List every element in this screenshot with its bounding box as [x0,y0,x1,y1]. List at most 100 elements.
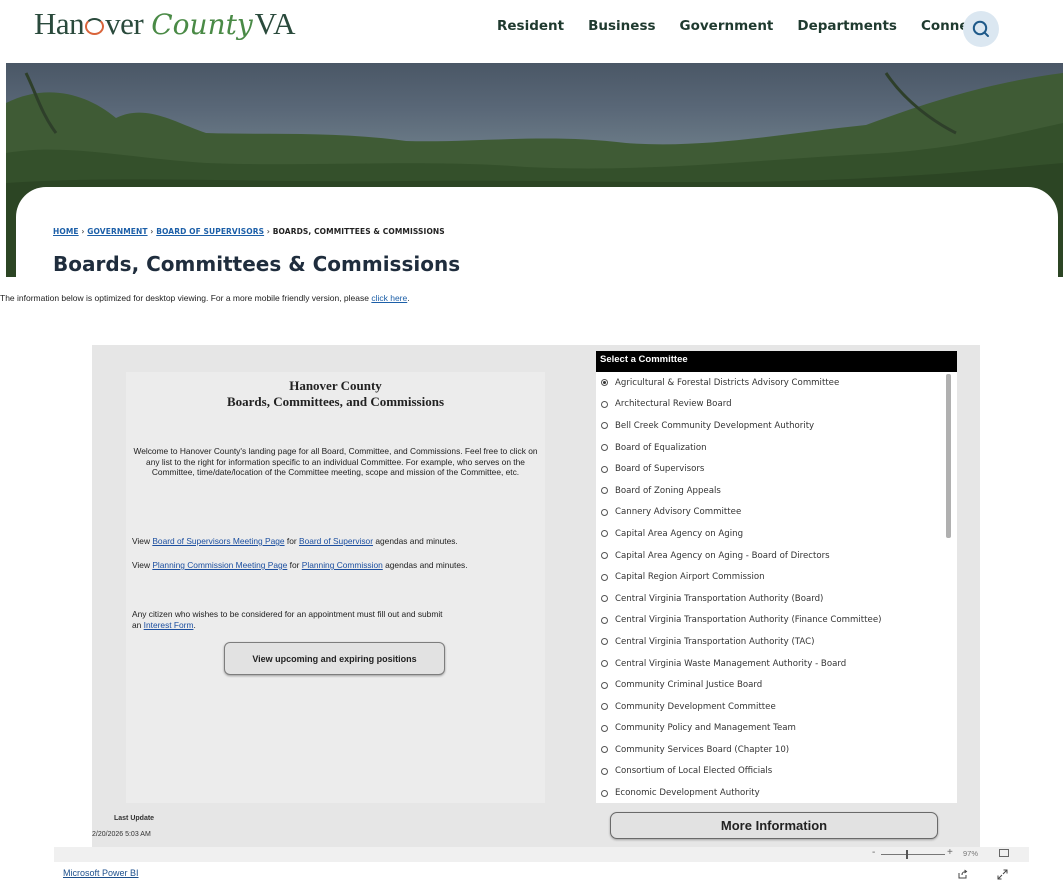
fit-to-page-icon[interactable] [999,849,1009,857]
committee-option-label: Capital Area Agency on Aging [615,528,744,539]
committee-option[interactable]: Central Virginia Transportation Authorit… [596,610,957,632]
committee-option[interactable]: Consortium of Local Elected Officials [596,761,957,783]
committee-option-label: Central Virginia Transportation Authorit… [615,636,815,647]
site-logo[interactable]: Han ver County VA [34,6,295,46]
more-information-button[interactable]: More Information [610,812,938,839]
bos-meeting-line: View Board of Supervisors Meeting Page f… [132,536,458,546]
committee-option[interactable]: Community Policy and Management Team [596,718,957,740]
committee-option[interactable]: Board of Zoning Appeals [596,480,957,502]
committee-option[interactable]: Board of Supervisors [596,458,957,480]
committee-option[interactable]: Board of Equalization [596,437,957,459]
powerbi-footer: Microsoft Power BI [54,862,1029,884]
radio-icon[interactable] [601,573,608,581]
committee-selector-list[interactable]: Agricultural & Forestal Districts Adviso… [596,372,957,803]
radio-icon[interactable] [601,660,608,668]
committee-option[interactable]: Community Services Board (Chapter 10) [596,739,957,761]
logo-text-ver: ver [105,6,144,41]
zoom-slider-track[interactable] [881,854,945,855]
breadcrumb-separator: › [150,227,154,236]
apply-text-line2: an Interest Form. [132,620,443,631]
committee-option[interactable]: Central Virginia Transportation Authorit… [596,588,957,610]
radio-icon[interactable] [601,789,608,797]
view-positions-button[interactable]: View upcoming and expiring positions [224,642,445,675]
powerbi-link[interactable]: Microsoft Power BI [63,868,139,878]
info-title: Hanover County [289,378,382,393]
radio-icon[interactable] [601,422,608,430]
radio-icon[interactable] [601,767,608,775]
breadcrumb-board-of-supervisors[interactable]: BOARD OF SUPERVISORS [156,227,264,236]
breadcrumb-home[interactable]: HOME [53,227,79,236]
interest-form-link[interactable]: Interest Form [144,620,194,630]
zoom-level: 97% [963,849,979,858]
last-update-label: Last Update [114,815,155,822]
committee-option[interactable]: Capital Region Airport Commission [596,566,957,588]
radio-selected-icon[interactable] [601,379,608,387]
committee-option[interactable]: Central Virginia Transportation Authorit… [596,631,957,653]
nav-government[interactable]: Government [680,18,774,34]
radio-icon[interactable] [601,724,608,732]
search-icon [972,20,989,37]
breadcrumb-separator: › [81,227,85,236]
committee-option[interactable]: Central Virginia Waste Management Author… [596,653,957,675]
committee-list-scrollbar[interactable] [946,374,951,538]
search-button[interactable] [963,11,999,47]
committee-option[interactable]: Architectural Review Board [596,394,957,416]
committee-option-label: Board of Zoning Appeals [615,485,721,496]
share-icon[interactable] [957,867,968,884]
committee-option-label: Economic Development Authority [615,788,760,799]
radio-icon[interactable] [601,746,608,754]
radio-icon[interactable] [601,552,608,560]
breadcrumb-current: BOARDS, COMMITTEES & COMMISSIONS [272,227,445,236]
zoom-out-button[interactable]: - [872,847,875,858]
radio-icon[interactable] [601,400,608,408]
radio-icon[interactable] [601,444,608,452]
radio-icon[interactable] [601,681,608,689]
logo-o-mark [85,18,105,35]
radio-icon[interactable] [601,487,608,495]
nav-resident[interactable]: Resident [497,18,564,34]
committee-option-label: Cannery Advisory Committee [615,507,742,518]
committee-option[interactable]: Community Criminal Justice Board [596,674,957,696]
zoom-in-button[interactable]: + [947,847,953,858]
committee-option[interactable]: Economic Development Authority [596,782,957,803]
radio-icon[interactable] [601,703,608,711]
mobile-version-link[interactable]: click here [371,293,407,303]
bos-view-text: View [132,536,153,546]
logo-text-va: VA [254,6,296,41]
committee-option[interactable]: Capital Area Agency on Aging [596,523,957,545]
apply-end-text: . [193,619,196,630]
committee-option-label: Central Virginia Transportation Authorit… [615,593,824,604]
committee-option[interactable]: Cannery Advisory Committee [596,502,957,524]
intro-text-end: . [407,293,410,303]
radio-icon[interactable] [601,465,608,473]
bos-link[interactable]: Board of Supervisor [299,536,373,546]
zoom-slider-handle[interactable] [905,850,908,859]
committee-option[interactable]: Agricultural & Forestal Districts Adviso… [596,372,957,394]
committee-option[interactable]: Bell Creek Community Development Authori… [596,415,957,437]
pc-meeting-page-link[interactable]: Planning Commission Meeting Page [152,560,287,570]
radio-icon[interactable] [601,530,608,538]
bos-meeting-page-link[interactable]: Board of Supervisors Meeting Page [152,536,284,546]
nav-business[interactable]: Business [588,18,655,34]
committee-option-label: Central Virginia Waste Management Author… [615,658,847,669]
radio-icon[interactable] [601,638,608,646]
committee-option[interactable]: Capital Area Agency on Aging - Board of … [596,545,957,567]
committee-option[interactable]: Community Development Committee [596,696,957,718]
pc-link[interactable]: Planning Commission [302,560,383,570]
nav-departments[interactable]: Departments [797,18,897,34]
page-title: Boards, Committees & Commissions [53,252,461,276]
radio-icon[interactable] [601,508,608,516]
radio-icon[interactable] [601,595,608,603]
breadcrumb-government[interactable]: GOVERNMENT [87,227,147,236]
pc-view-text: View [132,560,153,570]
info-subtitle: Boards, Committees, and Commissions [226,394,445,409]
powerbi-report: Hanover County Boards, Committees, and C… [92,345,980,847]
committee-option-label: Board of Equalization [615,442,707,453]
intro-text-body: The information below is optimized for d… [0,293,372,303]
radio-icon[interactable] [601,616,608,624]
fullscreen-icon[interactable] [997,867,1008,884]
committee-selector-header: Select a Committee [596,351,957,372]
main-nav: Resident Business Government Departments… [497,18,983,34]
content-card [16,187,1058,297]
welcome-text: Welcome to Hanover County's landing page… [133,446,538,478]
